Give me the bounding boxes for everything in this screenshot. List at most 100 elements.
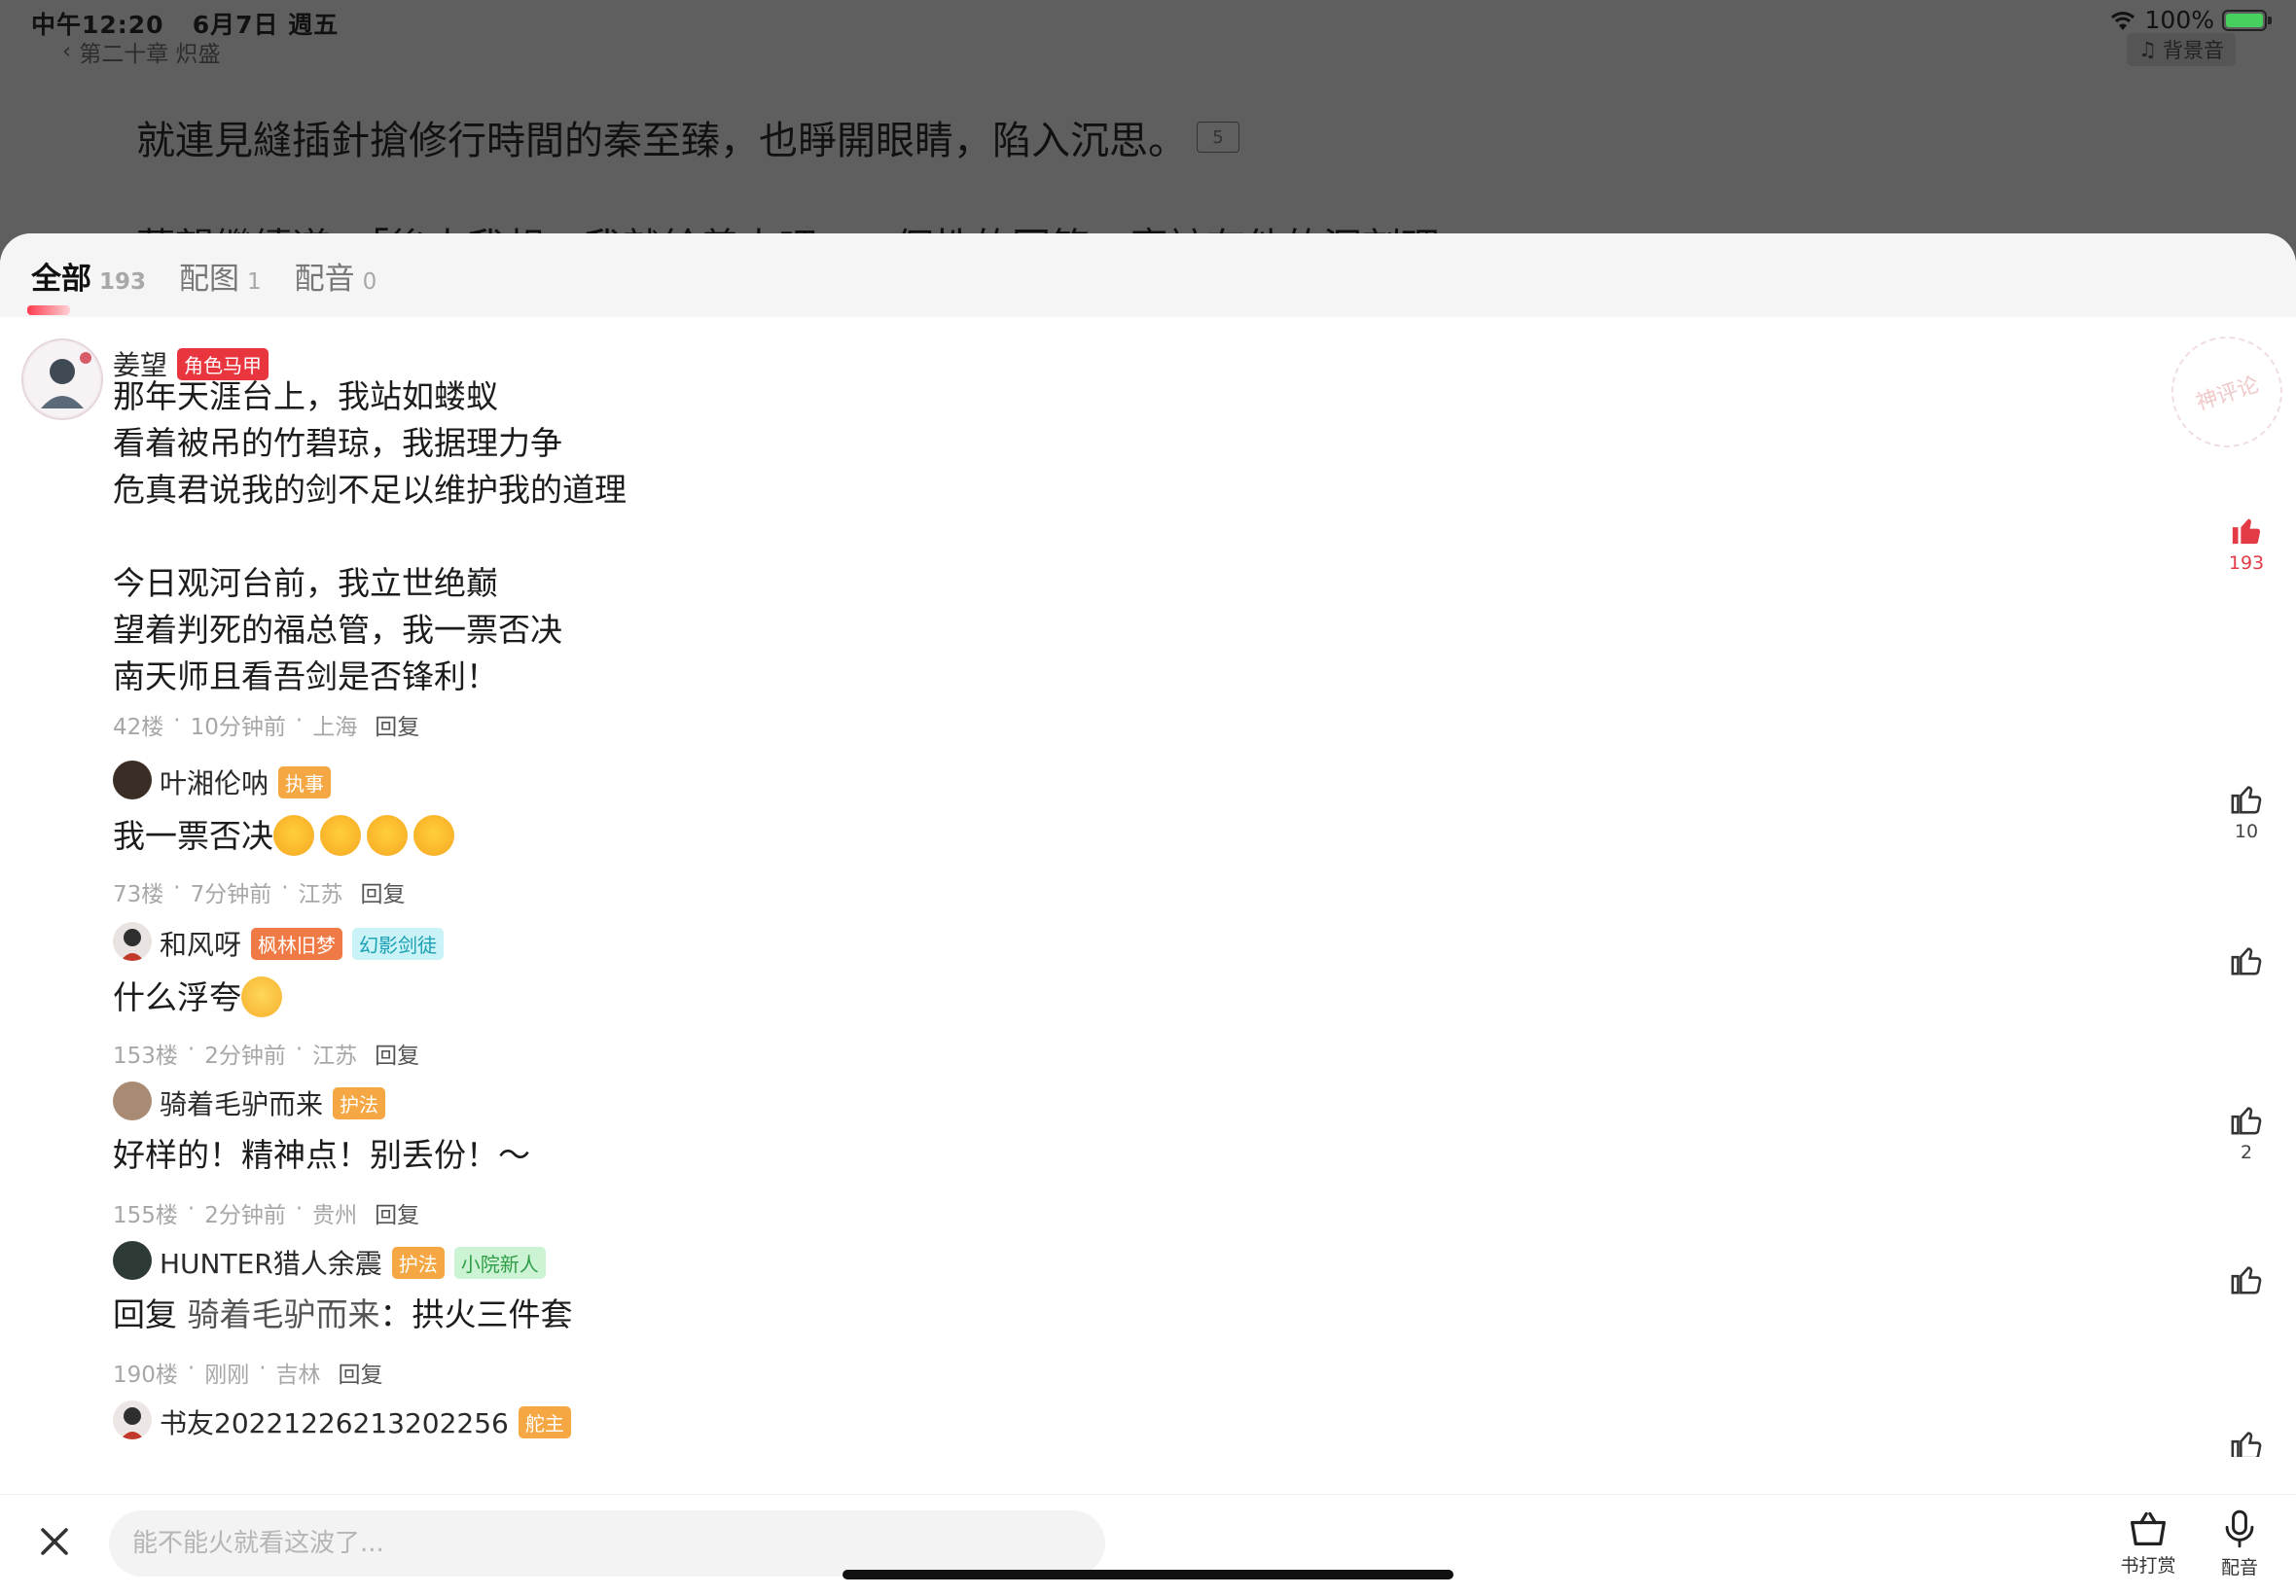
comment-text: ：拱火三件套 bbox=[379, 1295, 573, 1333]
close-icon[interactable] bbox=[37, 1524, 72, 1559]
background-music-label: 背景音 bbox=[2163, 39, 2224, 62]
heart-eyes-emoji-icon bbox=[273, 814, 314, 856]
tab-images[interactable]: 配图 1 bbox=[179, 254, 262, 298]
tab-all[interactable]: 全部 193 bbox=[26, 254, 147, 315]
battery-icon bbox=[2222, 9, 2272, 31]
paragraph-comment-count[interactable]: 5 bbox=[1197, 122, 1239, 153]
thumbs-up-icon bbox=[2231, 1432, 2262, 1457]
thumbs-up-icon bbox=[2231, 1107, 2262, 1135]
reply-button[interactable]: 回复 bbox=[375, 708, 419, 741]
user-badge: 护法 bbox=[333, 1086, 386, 1119]
comment-text: 我一票否决 bbox=[113, 817, 273, 855]
avatar-illustration bbox=[121, 929, 144, 961]
thumbs-up-icon bbox=[2231, 947, 2262, 975]
user-badge: 枫林旧梦 bbox=[251, 927, 343, 960]
reply-button[interactable]: 回复 bbox=[361, 875, 406, 908]
like-button[interactable] bbox=[2218, 1428, 2275, 1457]
reply-prefix: 回复 bbox=[113, 1295, 177, 1333]
gift-bag-icon bbox=[2131, 1511, 2166, 1545]
book-tip-button[interactable]: 书打赏 bbox=[2109, 1508, 2187, 1578]
avatar[interactable] bbox=[113, 1082, 152, 1120]
comment-sheet: 全部 193 配图 1 配音 0 神评论 姜望 角色马甲 那年天涯台上，我站如蝼… bbox=[0, 233, 2296, 1595]
comment-body: 那年天涯台上，我站如蝼蚁 看着被吊的竹碧琼，我据理力争 危真君说我的剑不足以维护… bbox=[113, 377, 627, 695]
voice-button[interactable]: 配音 bbox=[2201, 1508, 2278, 1579]
comment-floor: 155楼 bbox=[113, 1203, 178, 1228]
comment-body: 什么浮夸 bbox=[113, 975, 288, 1021]
reply-button[interactable]: 回复 bbox=[375, 1037, 419, 1070]
avatar[interactable] bbox=[21, 338, 103, 420]
comment-username[interactable]: 骑着毛驴而来 bbox=[160, 1083, 323, 1122]
comment-meta: 190楼 · 刚刚 · 吉林 回复 bbox=[113, 1356, 383, 1389]
comment-username[interactable]: 叶湘伦呐 bbox=[160, 763, 269, 801]
comment-location: 江苏 bbox=[298, 882, 343, 907]
smirk-emoji-icon bbox=[241, 975, 282, 1017]
status-right: 100% bbox=[2108, 6, 2272, 34]
like-button[interactable]: 10 bbox=[2218, 782, 2275, 842]
comment-meta: 155楼 · 2分钟前 · 贵州 回复 bbox=[113, 1196, 420, 1229]
reply-target-user[interactable]: 骑着毛驴而来 bbox=[188, 1295, 380, 1333]
comment-body: 我一票否决 bbox=[113, 813, 460, 860]
comment-body: 回复 骑着毛驴而来：拱火三件套 bbox=[113, 1292, 573, 1338]
like-count: 2 bbox=[2240, 1142, 2253, 1163]
avatar[interactable] bbox=[113, 1241, 152, 1280]
comment-username[interactable]: 和风呀 bbox=[160, 924, 241, 963]
like-button[interactable] bbox=[2218, 943, 2275, 982]
status-bar: 中午12:20 6月7日 週五 100% bbox=[0, 0, 2296, 47]
reader-paragraph-1: 就連見縫插針搶修行時間的秦至臻，也睜開眼睛，陷入沉思。 5 bbox=[136, 109, 1239, 165]
comment-body: 好样的！精神点！别丢份！～ bbox=[113, 1136, 530, 1174]
comment-location: 吉林 bbox=[275, 1363, 321, 1388]
comment-time: 刚刚 bbox=[204, 1363, 250, 1388]
battery-level bbox=[2226, 13, 2263, 27]
comment-location: 上海 bbox=[312, 715, 358, 740]
microphone-icon bbox=[2225, 1509, 2254, 1548]
comment-floor: 42楼 bbox=[113, 715, 164, 740]
avatar-illustration bbox=[121, 1407, 144, 1439]
comment-location: 贵州 bbox=[312, 1203, 358, 1228]
tab-images-label: 配图 bbox=[179, 261, 240, 297]
user-badge: 护法 bbox=[391, 1246, 445, 1279]
reply-button[interactable]: 回复 bbox=[339, 1356, 383, 1389]
background-music-button[interactable]: ♫ 背景音 bbox=[2127, 33, 2236, 66]
wifi-icon bbox=[2110, 11, 2135, 30]
tab-voice-label: 配音 bbox=[294, 261, 355, 297]
like-button[interactable]: 2 bbox=[2218, 1103, 2275, 1163]
comment-header: 骑着毛驴而来 护法 bbox=[160, 1083, 386, 1122]
comment-time: 2分钟前 bbox=[204, 1044, 286, 1069]
comment-floor: 190楼 bbox=[113, 1363, 178, 1388]
avatar[interactable] bbox=[113, 1401, 152, 1439]
comment-input[interactable] bbox=[109, 1510, 1105, 1577]
home-indicator bbox=[843, 1570, 1453, 1579]
music-note-icon: ♫ bbox=[2138, 38, 2157, 61]
chapter-back-link[interactable]: ‹ 第二十章 炽盛 bbox=[62, 35, 221, 68]
comment-username[interactable]: HUNTER猎人余震 bbox=[160, 1243, 382, 1282]
like-button[interactable] bbox=[2218, 1262, 2275, 1301]
comment-meta: 153楼 · 2分钟前 · 江苏 回复 bbox=[113, 1037, 420, 1070]
emoji-group bbox=[241, 975, 288, 1017]
thumbs-up-filled-icon bbox=[2232, 518, 2261, 545]
comment-header: HUNTER猎人余震 护法 小院新人 bbox=[160, 1243, 546, 1282]
user-badge: 舵主 bbox=[518, 1405, 571, 1438]
like-button[interactable]: 193 bbox=[2218, 514, 2275, 574]
like-count: 10 bbox=[2234, 821, 2259, 842]
battery-percent: 100% bbox=[2144, 6, 2214, 34]
avatar[interactable] bbox=[113, 922, 152, 961]
comment-header: 和风呀 枫林旧梦 幻影剑徒 bbox=[160, 924, 445, 963]
comment-meta: 42楼 · 10分钟前 · 上海 回复 bbox=[113, 708, 420, 741]
avatar[interactable] bbox=[113, 761, 152, 799]
reader-text-1: 就連見縫插針搶修行時間的秦至臻，也睜開眼睛，陷入沉思。 bbox=[136, 119, 1187, 163]
emoji-group bbox=[273, 814, 460, 856]
tab-all-label: 全部 bbox=[31, 261, 91, 297]
reply-button[interactable]: 回复 bbox=[375, 1196, 419, 1229]
comment-time: 2分钟前 bbox=[204, 1203, 286, 1228]
book-tip-label: 书打赏 bbox=[2120, 1555, 2176, 1577]
comment-floor: 73楼 bbox=[113, 882, 164, 907]
comment-header: 书友20221226213202256 舵主 bbox=[160, 1402, 571, 1441]
tab-all-count: 193 bbox=[99, 268, 147, 295]
heart-eyes-emoji-icon bbox=[413, 814, 454, 856]
heart-eyes-emoji-icon bbox=[320, 814, 361, 856]
comment-tabs: 全部 193 配图 1 配音 0 bbox=[0, 233, 2296, 317]
comment-username[interactable]: 书友20221226213202256 bbox=[160, 1402, 509, 1441]
comment-floor: 153楼 bbox=[113, 1044, 178, 1069]
comment-input-bar: 书打赏 配音 bbox=[0, 1494, 2296, 1596]
tab-voice[interactable]: 配音 0 bbox=[295, 254, 377, 298]
